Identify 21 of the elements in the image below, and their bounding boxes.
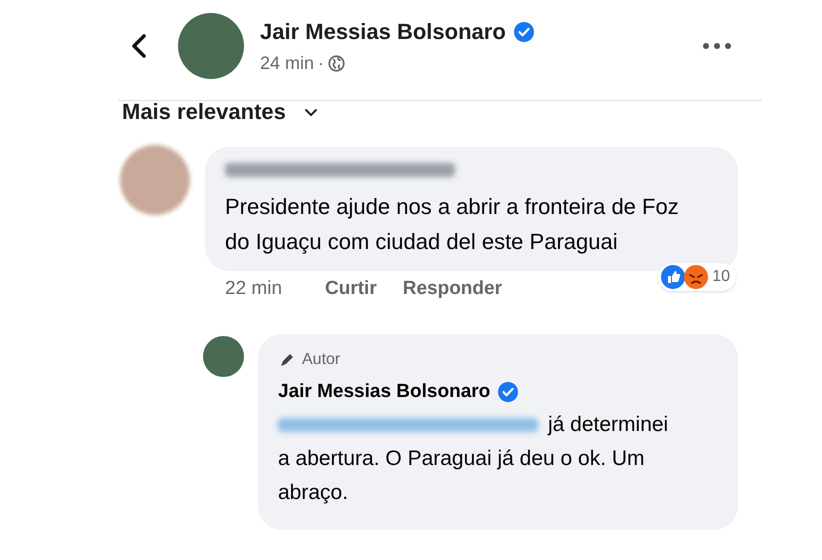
author-name[interactable]: Jair Messias Bolsonaro [260, 15, 506, 48]
reaction-summary[interactable]: 10 [658, 263, 736, 292]
avatar[interactable] [203, 336, 244, 376]
chevron-down-icon [304, 108, 318, 116]
more-options-icon[interactable] [702, 42, 732, 50]
comment-action[interactable]: Curtir [325, 275, 377, 304]
author-label: Autor [302, 350, 340, 370]
sort-dropdown[interactable]: Mais relevantes [122, 99, 318, 125]
separator: · [318, 52, 324, 75]
reply-text: a abertura. O Paraguai já deu o ok. Um abraço. [278, 446, 646, 506]
like-reaction-icon [660, 264, 686, 290]
comment-time: 22 min [225, 277, 284, 301]
reply-author[interactable]: Jair Messias Bolsonaro [278, 378, 490, 406]
post-time: 24 min [260, 52, 314, 75]
globe-icon [328, 55, 346, 72]
back-icon[interactable] [130, 33, 148, 59]
comment-action[interactable]: Responder [402, 275, 502, 304]
reply-text: já determinei [548, 412, 668, 438]
comment-text: Presidente ajude nos a abrir a fronteira de Foz do Iguaçu com ciudad del este Paraguai [225, 193, 680, 256]
angry-reaction-icon [683, 264, 710, 290]
reaction-count: 10 [712, 267, 730, 288]
